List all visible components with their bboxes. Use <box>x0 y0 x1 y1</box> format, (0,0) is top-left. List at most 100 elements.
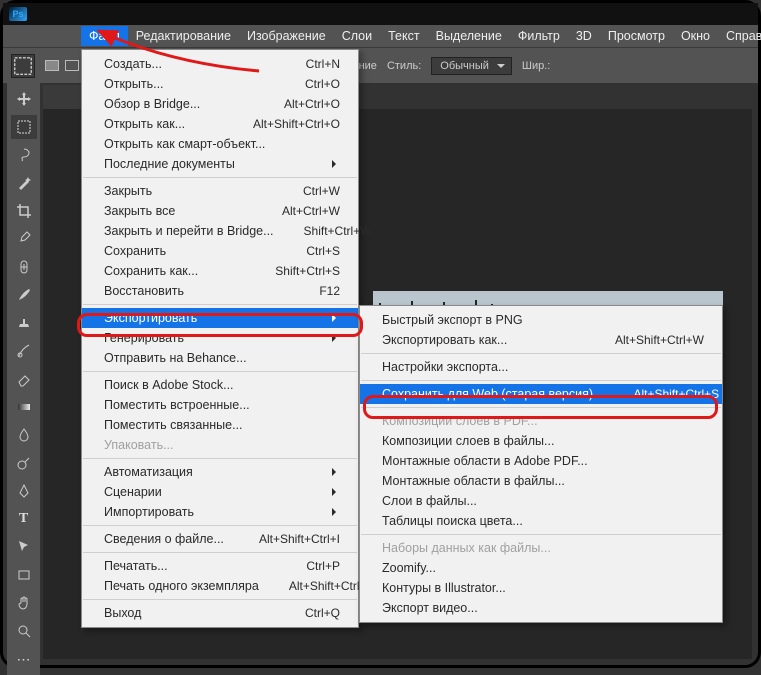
style-dropdown[interactable]: Обычный <box>431 57 512 75</box>
menu-type[interactable]: Текст <box>380 26 427 46</box>
zoom-tool-icon[interactable] <box>11 619 37 643</box>
menu-help[interactable]: Справка <box>718 26 761 46</box>
menubar: Файл Редактирование Изображение Слои Тек… <box>3 25 758 47</box>
menu-select[interactable]: Выделение <box>428 26 510 46</box>
menuitem-export-video[interactable]: Экспорт видео... <box>360 598 722 618</box>
menuitem-export[interactable]: Экспортировать <box>82 308 358 328</box>
healing-brush-tool-icon[interactable] <box>11 255 37 279</box>
chevron-right-icon <box>332 508 340 516</box>
eraser-tool-icon[interactable] <box>11 367 37 391</box>
menuitem-layer-comps-files[interactable]: Композиции слоев в файлы... <box>360 431 722 451</box>
eyedropper-tool-icon[interactable] <box>11 227 37 251</box>
dodge-tool-icon[interactable] <box>11 451 37 475</box>
magic-wand-tool-icon[interactable] <box>11 171 37 195</box>
menu-separator <box>361 407 721 408</box>
menu-filter[interactable]: Фильтр <box>510 26 568 46</box>
titlebar: Ps <box>3 3 758 25</box>
chevron-right-icon <box>332 334 340 342</box>
menuitem-artboards-pdf[interactable]: Монтажные области в Adobe PDF... <box>360 451 722 471</box>
menuitem-revert[interactable]: ВосстановитьF12 <box>82 281 358 301</box>
chevron-right-icon <box>332 160 340 168</box>
menu-separator <box>83 304 357 305</box>
path-selection-tool-icon[interactable] <box>11 535 37 559</box>
menuitem-open[interactable]: Открыть...Ctrl+O <box>82 74 358 94</box>
menuitem-adobe-stock[interactable]: Поиск в Adobe Stock... <box>82 375 358 395</box>
menuitem-zoomify[interactable]: Zoomify... <box>360 558 722 578</box>
tools-panel: T ⋯ <box>7 83 40 675</box>
menu-separator <box>361 380 721 381</box>
menuitem-generate[interactable]: Генерировать <box>82 328 358 348</box>
export-submenu: Быстрый экспорт в PNG Экспортировать как… <box>359 305 723 623</box>
menuitem-save[interactable]: СохранитьCtrl+S <box>82 241 358 261</box>
menuitem-recent[interactable]: Последние документы <box>82 154 358 174</box>
file-menu-dropdown: Создать...Ctrl+N Открыть...Ctrl+O Обзор … <box>81 49 359 628</box>
rectangle-tool-icon[interactable] <box>11 563 37 587</box>
menuitem-exit[interactable]: ВыходCtrl+Q <box>82 603 358 623</box>
gradient-tool-icon[interactable] <box>11 395 37 419</box>
menuitem-export-prefs[interactable]: Настройки экспорта... <box>360 357 722 377</box>
menu-window[interactable]: Окно <box>673 26 718 46</box>
marquee-tool-icon[interactable] <box>11 115 37 139</box>
clone-stamp-tool-icon[interactable] <box>11 311 37 335</box>
menuitem-export-as[interactable]: Экспортировать как...Alt+Shift+Ctrl+W <box>360 330 722 350</box>
edit-toolbar-icon[interactable]: ⋯ <box>11 647 37 671</box>
lasso-tool-icon[interactable] <box>11 143 37 167</box>
menuitem-datasets: Наборы данных как файлы... <box>360 538 722 558</box>
menuitem-place-embedded[interactable]: Поместить встроенные... <box>82 395 358 415</box>
selection-add-icon[interactable] <box>65 60 79 71</box>
selection-new-icon[interactable] <box>45 60 59 71</box>
marquee-tool-preset-icon[interactable] <box>11 54 35 78</box>
menuitem-layer-comps-pdf: Композиции слоев в PDF... <box>360 411 722 431</box>
menuitem-print-one[interactable]: Печать одного экземпляраAlt+Shift+Ctrl+P <box>82 576 358 596</box>
menuitem-quick-export-png[interactable]: Быстрый экспорт в PNG <box>360 310 722 330</box>
pen-tool-icon[interactable] <box>11 479 37 503</box>
menuitem-place-linked[interactable]: Поместить связанные... <box>82 415 358 435</box>
menu-3d[interactable]: 3D <box>568 26 600 46</box>
menuitem-create[interactable]: Создать...Ctrl+N <box>82 54 358 74</box>
width-label: Шир.: <box>522 60 550 72</box>
menuitem-print[interactable]: Печатать...Ctrl+P <box>82 556 358 576</box>
menu-separator <box>83 552 357 553</box>
style-label: Стиль: <box>387 60 421 72</box>
menuitem-browse-bridge[interactable]: Обзор в Bridge...Alt+Ctrl+O <box>82 94 358 114</box>
history-brush-tool-icon[interactable] <box>11 339 37 363</box>
brush-tool-icon[interactable] <box>11 283 37 307</box>
type-tool-icon[interactable]: T <box>11 507 37 531</box>
menu-view[interactable]: Просмотр <box>600 26 673 46</box>
menuitem-behance[interactable]: Отправить на Behance... <box>82 348 358 368</box>
menuitem-close[interactable]: ЗакрытьCtrl+W <box>82 181 358 201</box>
menuitem-save-as[interactable]: Сохранить как...Shift+Ctrl+S <box>82 261 358 281</box>
menuitem-automate[interactable]: Автоматизация <box>82 462 358 482</box>
menuitem-open-as[interactable]: Открыть как...Alt+Shift+Ctrl+O <box>82 114 358 134</box>
menu-file[interactable]: Файл <box>81 26 128 46</box>
menuitem-open-smart[interactable]: Открыть как смарт-объект... <box>82 134 358 154</box>
chevron-right-icon <box>332 468 340 476</box>
menuitem-file-info[interactable]: Сведения о файле...Alt+Shift+Ctrl+I <box>82 529 358 549</box>
photoshop-logo: Ps <box>9 7 27 21</box>
menuitem-layers-files[interactable]: Слои в файлы... <box>360 491 722 511</box>
crop-tool-icon[interactable] <box>11 199 37 223</box>
menu-separator <box>361 534 721 535</box>
menuitem-scripts[interactable]: Сценарии <box>82 482 358 502</box>
menuitem-save-for-web[interactable]: Сохранить для Web (старая версия)...Alt+… <box>360 384 722 404</box>
menuitem-close-bridge[interactable]: Закрыть и перейти в Bridge...Shift+Ctrl+… <box>82 221 358 241</box>
menu-separator <box>83 599 357 600</box>
chevron-right-icon <box>332 488 340 496</box>
menuitem-artboards-files[interactable]: Монтажные области в файлы... <box>360 471 722 491</box>
blur-tool-icon[interactable] <box>11 423 37 447</box>
menu-edit[interactable]: Редактирование <box>128 26 239 46</box>
menuitem-color-lookup[interactable]: Таблицы поиска цвета... <box>360 511 722 531</box>
menuitem-close-all[interactable]: Закрыть всеAlt+Ctrl+W <box>82 201 358 221</box>
menu-separator <box>83 458 357 459</box>
move-tool-icon[interactable] <box>11 87 37 111</box>
chevron-right-icon <box>332 314 340 322</box>
menu-layer[interactable]: Слои <box>334 26 380 46</box>
menu-separator <box>83 525 357 526</box>
hand-tool-icon[interactable] <box>11 591 37 615</box>
menu-separator <box>83 177 357 178</box>
menu-image[interactable]: Изображение <box>239 26 334 46</box>
menu-separator <box>83 371 357 372</box>
menuitem-paths-illustrator[interactable]: Контуры в Illustrator... <box>360 578 722 598</box>
menu-separator <box>361 353 721 354</box>
menuitem-import[interactable]: Импортировать <box>82 502 358 522</box>
